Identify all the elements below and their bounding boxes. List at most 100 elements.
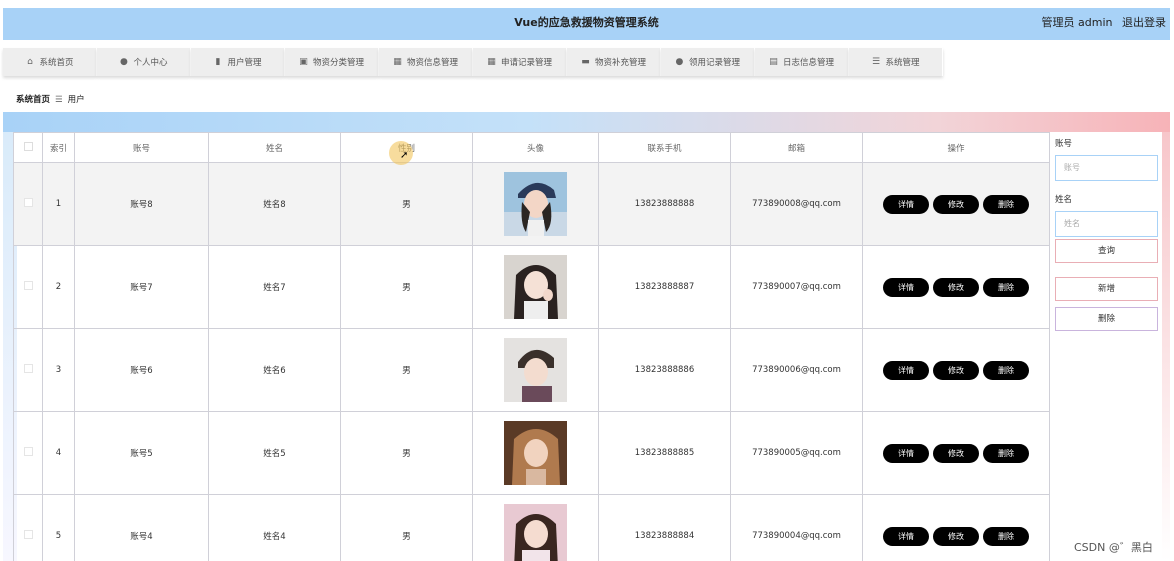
row-checkbox[interactable] xyxy=(23,281,33,290)
avatar-image[interactable] xyxy=(504,172,567,236)
column-header[interactable]: 账号 xyxy=(74,132,209,163)
nav-item-supplement[interactable]: ▬ 物资补充管理 xyxy=(567,48,661,76)
main-nav: ⌂ 系统首页 ● 个人中心 ▮ 用户管理 ▣ 物资分类管理 ▦ 物资信息管理 ▦ 申请记录管… xyxy=(3,48,943,76)
avatar-cell xyxy=(472,245,599,329)
account-cell: 账号5 xyxy=(74,411,209,495)
actions-cell: 详情 修改 删除 xyxy=(862,162,1050,246)
mouse-pointer-icon: ➚ xyxy=(400,150,409,161)
row-select-cell[interactable] xyxy=(13,162,43,246)
breadcrumb-home[interactable]: 系统首页 xyxy=(16,95,50,105)
book-icon: ▤ xyxy=(769,56,778,67)
row-select-cell[interactable] xyxy=(13,494,43,561)
column-header[interactable]: 邮箱 xyxy=(730,132,863,163)
phone-cell: 13823888887 xyxy=(598,245,731,329)
nav-item-system[interactable]: ☰ 系统管理 xyxy=(849,48,943,76)
avatar-image[interactable] xyxy=(504,504,567,561)
nav-label: 物资补充管理 xyxy=(594,58,646,68)
nav-label: 申请记录管理 xyxy=(500,58,552,68)
index-cell: 3 xyxy=(42,328,75,412)
edit-button[interactable]: 修改 xyxy=(933,194,979,214)
row-checkbox[interactable] xyxy=(23,530,33,539)
account-cell: 账号4 xyxy=(74,494,209,561)
user-label: 管理员 admin xyxy=(1041,16,1113,29)
edit-button[interactable]: 修改 xyxy=(933,360,979,380)
edit-button[interactable]: 修改 xyxy=(933,443,979,463)
select-all-cell[interactable] xyxy=(13,132,43,163)
menu-icon: ☰ xyxy=(871,56,881,67)
email-cell: 773890008@qq.com xyxy=(730,162,863,246)
account-label: 账号 xyxy=(1055,139,1073,149)
query-button[interactable]: 查询 xyxy=(1055,239,1158,263)
nav-item-home[interactable]: ⌂ 系统首页 xyxy=(3,48,97,76)
column-header: 操作 xyxy=(862,132,1050,163)
nav-item-profile[interactable]: ● 个人中心 xyxy=(97,48,191,76)
email-cell: 773890007@qq.com xyxy=(730,245,863,329)
phone-cell: 13823888885 xyxy=(598,411,731,495)
logout-link[interactable]: 退出登录 xyxy=(1122,16,1166,29)
nav-label: 物资信息管理 xyxy=(406,58,458,68)
grid-icon: ▦ xyxy=(393,56,402,67)
gradient-band xyxy=(3,112,1170,132)
nav-label: 用户管理 xyxy=(227,58,262,68)
gender-cell: 男 xyxy=(340,494,473,561)
avatar-image[interactable] xyxy=(504,421,567,485)
row-checkbox[interactable] xyxy=(23,447,33,456)
batch-delete-button[interactable]: 删除 xyxy=(1055,307,1158,331)
nav-item-users[interactable]: ▮ 用户管理 xyxy=(191,48,285,76)
table-row: 2 账号7 姓名7 男 13823888887 773890007@qq.com… xyxy=(13,245,1050,329)
nav-item-logs[interactable]: ▤ 日志信息管理 xyxy=(755,48,849,76)
name-cell: 姓名6 xyxy=(208,328,341,412)
name-cell: 姓名5 xyxy=(208,411,341,495)
clipboard-icon: ▣ xyxy=(299,56,308,67)
user-icon: ● xyxy=(675,56,684,67)
row-checkbox[interactable] xyxy=(23,364,33,373)
actions-cell: 详情 修改 删除 xyxy=(862,245,1050,329)
row-checkbox[interactable] xyxy=(23,198,33,207)
avatar-image[interactable] xyxy=(504,338,567,402)
detail-button[interactable]: 详情 xyxy=(883,277,929,297)
nav-item-materials[interactable]: ▦ 物资信息管理 xyxy=(379,48,473,76)
chart-icon: ▮ xyxy=(215,56,221,67)
detail-button[interactable]: 详情 xyxy=(883,194,929,214)
breadcrumb-current: 用户 xyxy=(67,95,85,105)
breadcrumb-separator-icon: ☰ xyxy=(55,95,63,105)
column-header[interactable]: 联系手机 xyxy=(598,132,731,163)
actions-cell: 详情 修改 删除 xyxy=(862,494,1050,561)
user-icon: ● xyxy=(120,56,128,67)
row-select-cell[interactable] xyxy=(13,328,43,412)
nav-label: 领用记录管理 xyxy=(688,58,740,68)
nav-item-applications[interactable]: ▦ 申请记录管理 xyxy=(473,48,567,76)
index-cell: 1 xyxy=(42,162,75,246)
grid-icon: ▦ xyxy=(487,56,496,67)
detail-button[interactable]: 详情 xyxy=(883,360,929,380)
delete-button[interactable]: 删除 xyxy=(983,360,1029,380)
edit-button[interactable]: 修改 xyxy=(933,526,979,546)
delete-button[interactable]: 删除 xyxy=(983,277,1029,297)
edit-button[interactable]: 修改 xyxy=(933,277,979,297)
detail-button[interactable]: 详情 xyxy=(883,526,929,546)
top-header: Vue的应急救援物资管理系统 管理员 admin 退出登录 xyxy=(3,8,1170,40)
email-cell: 773890004@qq.com xyxy=(730,494,863,561)
name-search-input[interactable]: 姓名 xyxy=(1055,211,1158,237)
row-select-cell[interactable] xyxy=(13,245,43,329)
delete-button[interactable]: 删除 xyxy=(983,443,1029,463)
actions-cell: 详情 修改 删除 xyxy=(862,411,1050,495)
avatar-image[interactable] xyxy=(504,255,567,319)
account-cell: 账号7 xyxy=(74,245,209,329)
phone-cell: 13823888886 xyxy=(598,328,731,412)
nav-item-category[interactable]: ▣ 物资分类管理 xyxy=(285,48,379,76)
select-all-checkbox[interactable] xyxy=(23,141,33,151)
email-cell: 773890005@qq.com xyxy=(730,411,863,495)
delete-button[interactable]: 删除 xyxy=(983,526,1029,546)
avatar-cell xyxy=(472,411,599,495)
add-button[interactable]: 新增 xyxy=(1055,277,1158,301)
index-cell: 5 xyxy=(42,494,75,561)
account-search-input[interactable]: 账号 xyxy=(1055,155,1158,181)
row-select-cell[interactable] xyxy=(13,411,43,495)
column-header[interactable]: 姓名 xyxy=(208,132,341,163)
delete-button[interactable]: 删除 xyxy=(983,194,1029,214)
home-icon: ⌂ xyxy=(27,56,33,67)
nav-item-receive-records[interactable]: ● 领用记录管理 xyxy=(661,48,755,76)
email-cell: 773890006@qq.com xyxy=(730,328,863,412)
detail-button[interactable]: 详情 xyxy=(883,443,929,463)
